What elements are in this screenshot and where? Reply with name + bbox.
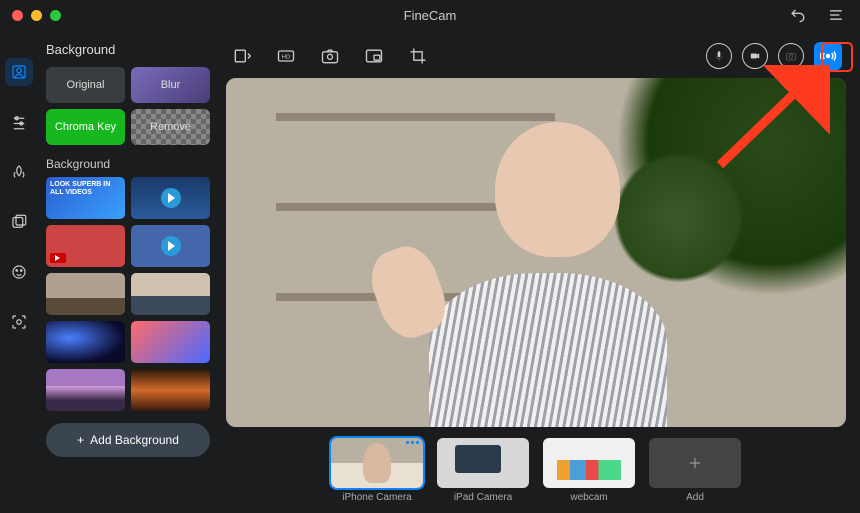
source-iphone-camera[interactable]: iPhone Camera — [331, 438, 423, 503]
source-strip: iPhone Camera iPad Camera webcam Add — [226, 433, 846, 507]
bg-thumb-6[interactable] — [131, 273, 210, 315]
pip-icon[interactable] — [362, 44, 386, 68]
rail-background[interactable] — [5, 58, 33, 86]
record-button[interactable] — [742, 43, 768, 69]
rail-effects[interactable] — [5, 158, 33, 186]
bg-thumb-2[interactable] — [131, 177, 210, 219]
menu-icon[interactable] — [824, 3, 848, 27]
plus-icon: + — [77, 433, 84, 447]
bg-thumb-10[interactable] — [131, 369, 210, 411]
source-label: iPad Camera — [454, 492, 512, 503]
maximize-window[interactable] — [50, 10, 61, 21]
bg-thumb-4[interactable] — [131, 225, 210, 267]
background-thumbnails — [46, 177, 210, 411]
rail-adjustments[interactable] — [5, 108, 33, 136]
rail-focus[interactable] — [5, 308, 33, 336]
bg-thumb-3[interactable] — [46, 225, 125, 267]
photo-button[interactable] — [778, 43, 804, 69]
rail-overlay[interactable] — [5, 208, 33, 236]
titlebar: FineCam — [0, 0, 860, 30]
blur-button[interactable]: Blur — [131, 67, 210, 103]
app-title: FineCam — [404, 8, 457, 23]
expand-icon[interactable] — [230, 44, 254, 68]
background-panel: Background Original Blur Chroma Key Remo… — [38, 30, 218, 513]
undo-icon[interactable] — [786, 3, 810, 27]
hd-icon[interactable]: HD — [274, 44, 298, 68]
source-webcam[interactable]: webcam — [543, 438, 635, 503]
source-label: Add — [686, 492, 704, 503]
add-background-button[interactable]: + Add Background — [46, 423, 210, 457]
chroma-key-button[interactable]: Chroma Key — [46, 109, 125, 145]
bg-thumb-5[interactable] — [46, 273, 125, 315]
add-background-label: Add Background — [90, 433, 179, 447]
remove-button[interactable]: Remove — [131, 109, 210, 145]
close-window[interactable] — [12, 10, 23, 21]
snapshot-icon[interactable] — [318, 44, 342, 68]
window-controls — [12, 10, 61, 21]
background-section-label: Background — [46, 157, 210, 171]
panel-title: Background — [46, 42, 210, 57]
source-label: iPhone Camera — [342, 492, 411, 503]
broadcast-button[interactable] — [814, 42, 842, 70]
original-button[interactable]: Original — [46, 67, 125, 103]
bg-thumb-7[interactable] — [46, 321, 125, 363]
source-ipad-camera[interactable]: iPad Camera — [437, 438, 529, 503]
video-preview — [226, 78, 846, 427]
source-add[interactable]: Add — [649, 438, 741, 503]
minimize-window[interactable] — [31, 10, 42, 21]
mic-button[interactable] — [706, 43, 732, 69]
source-label: webcam — [570, 492, 607, 503]
side-rail — [0, 30, 38, 513]
bg-thumb-1[interactable] — [46, 177, 125, 219]
preview-toolbar: HD — [226, 38, 846, 74]
main-area: HD — [218, 30, 860, 513]
bg-thumb-9[interactable] — [46, 369, 125, 411]
crop-icon[interactable] — [406, 44, 430, 68]
bg-thumb-8[interactable] — [131, 321, 210, 363]
svg-text:HD: HD — [282, 55, 290, 61]
rail-face[interactable] — [5, 258, 33, 286]
